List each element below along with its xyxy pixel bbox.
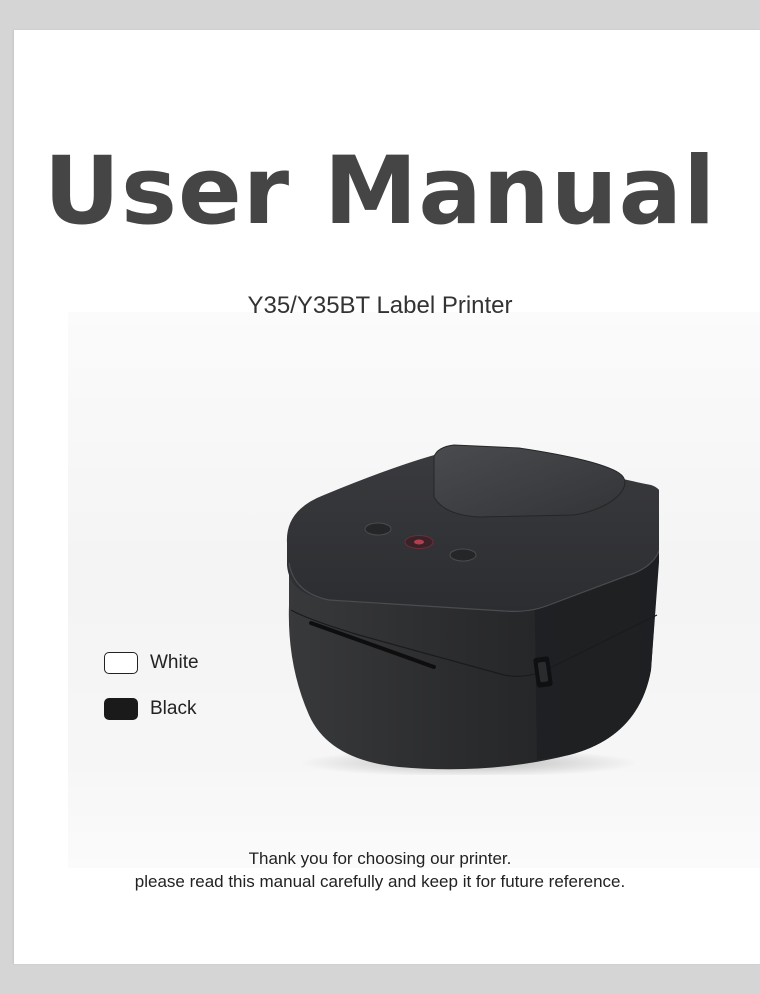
footer-line-1: Thank you for choosing our printer. — [248, 849, 512, 868]
manual-cover-page: User Manual Y35/Y35BT Label Printer Whit… — [14, 30, 760, 964]
color-label-black: Black — [150, 698, 197, 719]
label-printer-illustration — [286, 444, 659, 775]
color-option-white: White — [104, 648, 199, 678]
product-subtitle: Y35/Y35BT Label Printer — [247, 292, 513, 319]
thank-you-note: Thank you for choosing our printer. plea… — [14, 848, 760, 894]
page-title: User Manual — [43, 137, 717, 246]
color-label-white: White — [150, 652, 199, 673]
white-swatch-icon — [104, 652, 138, 674]
color-option-black: Black — [104, 694, 199, 724]
color-legend: White Black — [104, 648, 199, 740]
black-swatch-icon — [104, 698, 138, 720]
document-viewer: User Manual Y35/Y35BT Label Printer Whit… — [0, 0, 760, 994]
footer-line-2: please read this manual carefully and ke… — [134, 871, 626, 891]
